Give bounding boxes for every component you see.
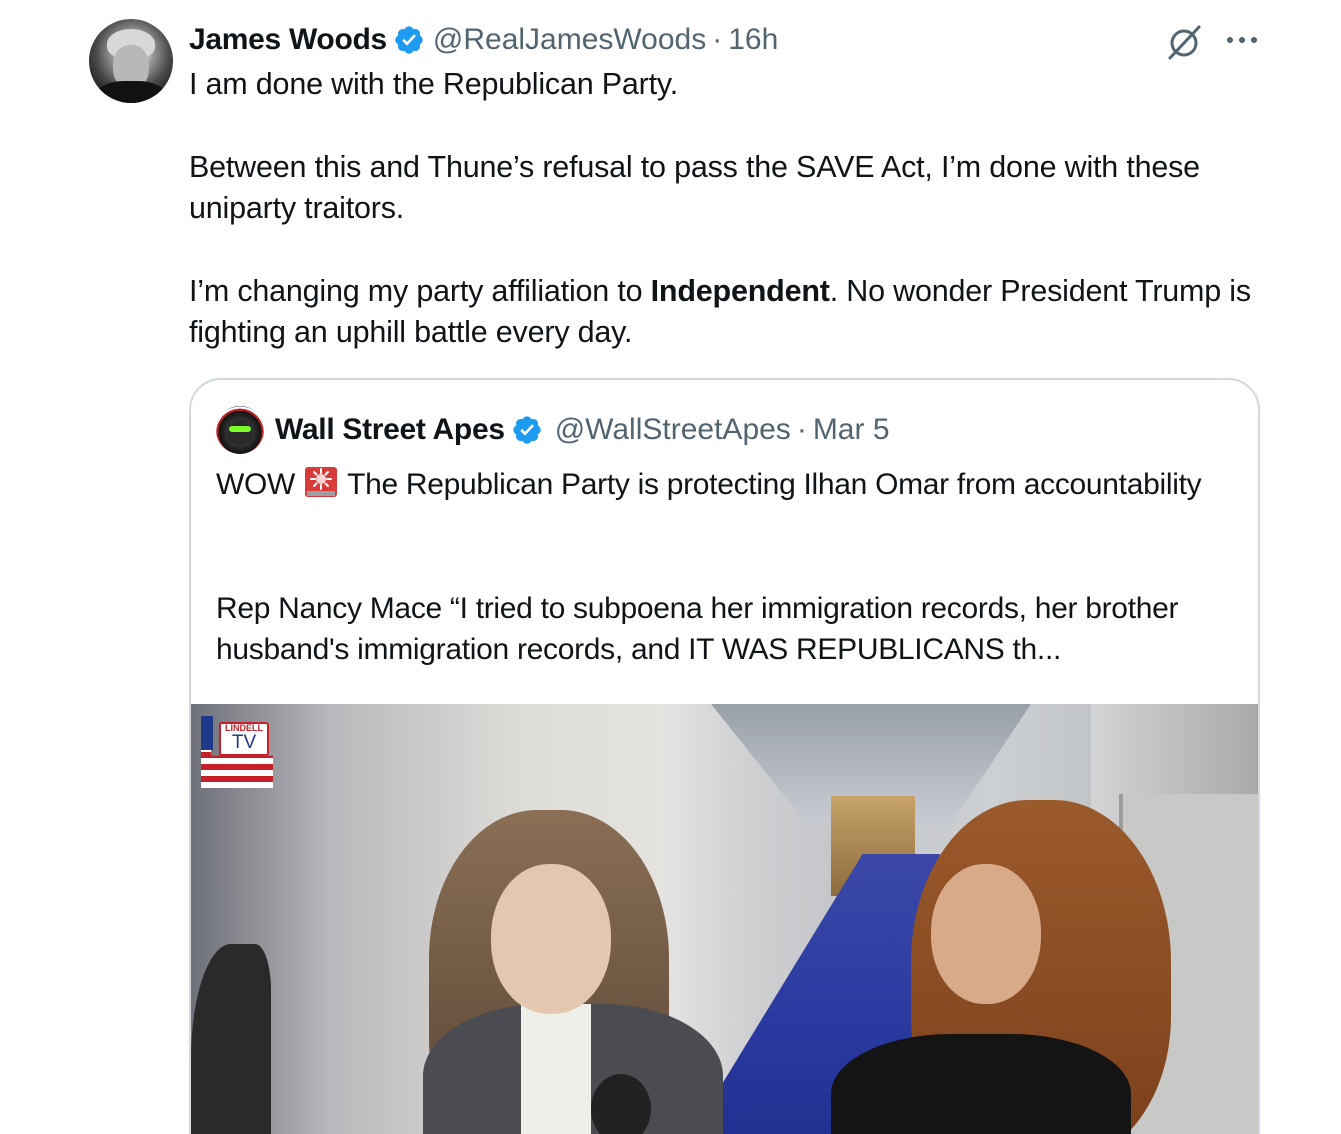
quoted-author-name[interactable]: Wall Street Apes — [275, 413, 505, 447]
tv-logo-text: TV — [231, 732, 257, 753]
verified-badge-icon — [513, 416, 541, 444]
separator-dot: · — [712, 23, 723, 56]
quoted-video-player[interactable]: LINDELL TV — [191, 704, 1258, 1134]
quoted-tweet-date[interactable]: Mar 5 — [813, 413, 890, 447]
verified-badge-icon — [395, 26, 423, 54]
tweet-text-paragraph3: I’m changing my party affiliation to Ind… — [189, 271, 1279, 353]
author-handle[interactable]: @RealJamesWoods — [433, 23, 706, 57]
quoted-text-paragraph2: Rep Nancy Mace “I tried to subpoena her … — [216, 592, 1179, 666]
grok-icon[interactable] — [1164, 22, 1204, 62]
tweet-header: James Woods @RealJamesWoods · 16h — [189, 20, 778, 60]
quoted-author-handle[interactable]: @WallStreetApes — [555, 413, 791, 447]
tweet-text-paragraph2: Between this and Thune’s refusal to pass… — [189, 150, 1200, 225]
independent-bold-text: Independent — [650, 274, 830, 308]
more-options-icon[interactable] — [1222, 24, 1262, 56]
author-name[interactable]: James Woods — [189, 23, 387, 57]
paragraph3-text-start: I’m changing my party affiliation to — [189, 274, 651, 308]
tweet-timestamp[interactable]: 16h — [728, 23, 778, 57]
quoted-text-main: The Republican Party is protecting Ilhan… — [347, 468, 1202, 501]
quoted-tweet-card[interactable]: Wall Street Apes @WallStreetApes · Mar 5… — [189, 378, 1260, 1134]
lindell-tv-logo: LINDELL TV — [201, 716, 273, 788]
author-avatar[interactable] — [89, 19, 173, 103]
separator-dot: · — [796, 413, 807, 446]
quoted-text-wow: WOW — [216, 468, 296, 501]
quoted-author-avatar[interactable] — [216, 406, 264, 454]
tweet-text-line1: I am done with the Republican Party. — [189, 67, 678, 101]
quoted-tweet-header: Wall Street Apes @WallStreetApes · Mar 5 — [275, 410, 890, 450]
rotating-light-emoji-icon — [305, 467, 338, 497]
quoted-text-paragraph1: WOW The Republican Party is protecting I… — [216, 464, 1246, 505]
